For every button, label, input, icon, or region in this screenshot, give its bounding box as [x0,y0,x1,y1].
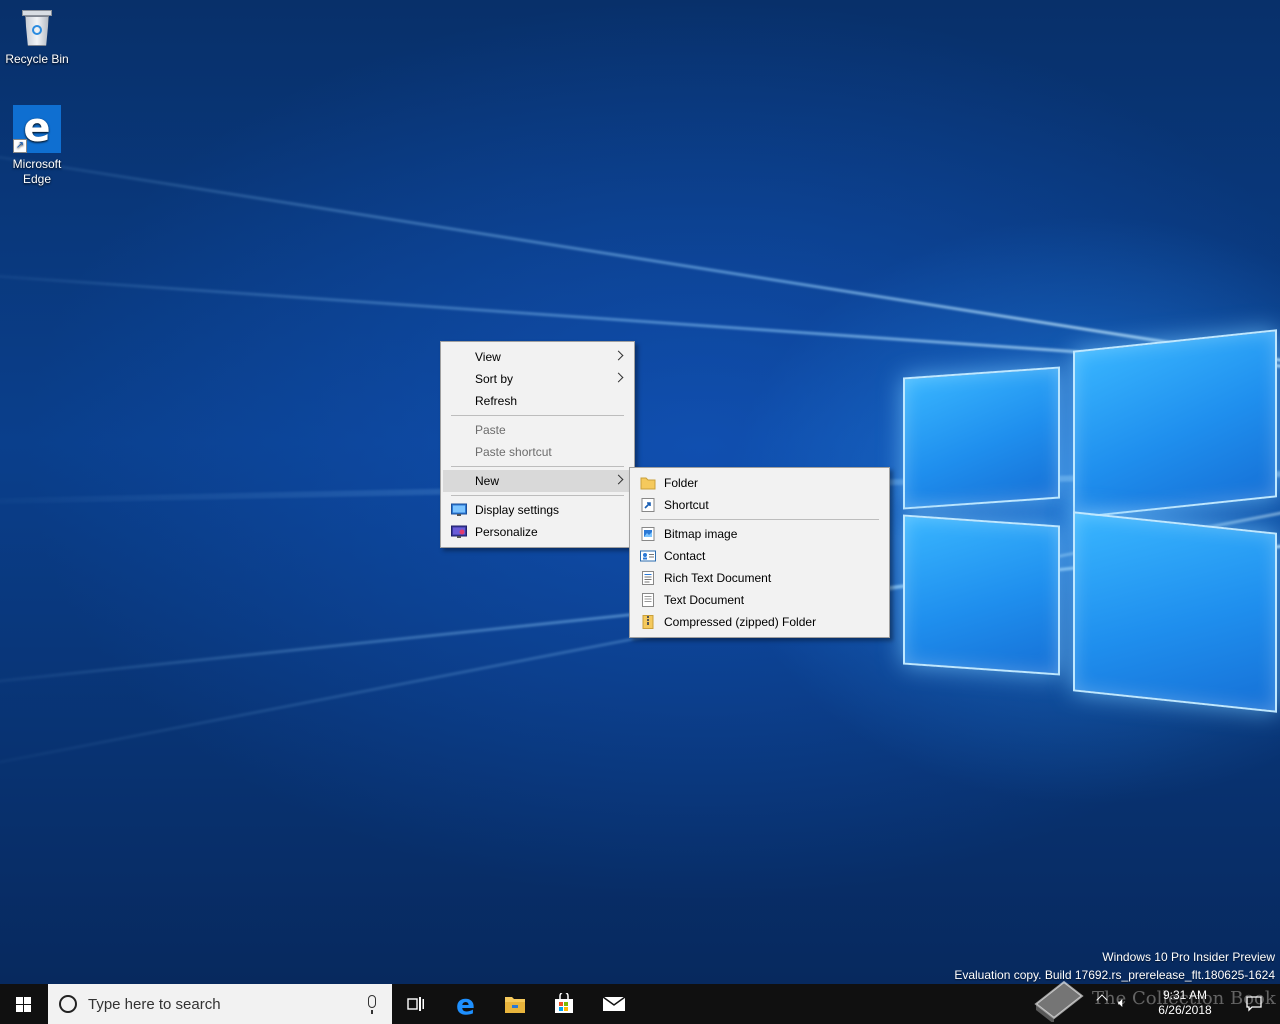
watermark-line: Windows 10 Pro Insider Preview [1102,950,1275,964]
menu-item-paste-shortcut[interactable]: Paste shortcut [443,441,632,463]
submenu-item-shortcut[interactable]: Shortcut [632,494,887,516]
chevron-right-icon [613,350,624,361]
menu-item-label: Bitmap image [664,527,738,541]
display-settings-icon [451,503,467,516]
chevron-right-icon [613,474,624,485]
submenu-item-contact[interactable]: Contact [632,545,887,567]
zip-folder-icon [642,615,654,629]
taskbar-file-explorer-button[interactable] [491,984,539,1024]
edge-icon: e ↗ [13,105,61,153]
menu-separator [451,466,624,467]
watermark-line: Evaluation copy. Build 17692.rs_prerelea… [954,968,1275,982]
menu-item-display-settings[interactable]: Display settings [443,499,632,521]
cortana-icon [59,995,77,1013]
menu-item-label: Rich Text Document [664,571,772,585]
chevron-right-icon [613,372,624,383]
menu-item-label: Paste [475,423,506,437]
menu-item-label: Sort by [475,372,514,386]
menu-item-label: View [475,350,501,364]
menu-item-sort-by[interactable]: Sort by [443,368,632,390]
microphone-icon[interactable] [368,995,376,1014]
task-view-icon [407,997,424,1011]
menu-item-label: Folder [664,476,699,490]
menu-item-refresh[interactable]: Refresh [443,390,632,412]
taskbar-store-button[interactable] [540,984,588,1024]
submenu-item-text-document[interactable]: Text Document [632,589,887,611]
book-logo-icon [1034,980,1084,1022]
submenu-item-bitmap-image[interactable]: Bitmap image [632,523,887,545]
submenu-item-rich-text-document[interactable]: Rich Text Document [632,567,887,589]
windows-logo-icon [16,997,32,1012]
taskbar-mail-button[interactable] [590,984,638,1024]
desktop-icon-label: Recycle Bin [5,52,69,66]
personalize-icon [451,525,467,538]
file-explorer-icon [505,997,525,1013]
menu-separator [640,519,879,520]
menu-item-label: Paste shortcut [475,445,552,459]
menu-item-label: New [475,474,500,488]
task-view-button[interactable] [392,984,440,1024]
desktop-icon-label: Microsoft Edge [12,157,62,186]
submenu-item-compressed-folder[interactable]: Compressed (zipped) Folder [632,611,887,633]
menu-separator [451,415,624,416]
menu-item-view[interactable]: View [443,346,632,368]
new-submenu: Folder Shortcut Bitmap image Contact Ric… [629,467,890,638]
search-placeholder: Type here to search [88,996,221,1013]
collection-book-watermark: The Collection Book [1092,988,1276,1009]
taskbar: Type here to search e 🔈︎ 9:31 AM 6/26/20… [0,984,1280,1024]
bitmap-icon [641,527,655,541]
text-document-icon [642,593,654,607]
menu-item-label: Compressed (zipped) Folder [664,615,817,629]
menu-item-label: Text Document [664,593,745,607]
menu-item-label: Contact [664,549,706,563]
search-input[interactable]: Type here to search [48,984,392,1024]
folder-icon [640,477,656,490]
mail-icon [602,996,626,1011]
shortcut-icon [641,498,655,512]
menu-item-paste[interactable]: Paste [443,419,632,441]
start-button[interactable] [0,984,48,1024]
desktop-context-menu: View Sort by Refresh Paste Paste shortcu… [440,341,635,548]
menu-item-new[interactable]: New [443,470,632,492]
store-icon [555,993,573,1013]
menu-item-personalize[interactable]: Personalize [443,521,632,543]
submenu-item-folder[interactable]: Folder [632,472,887,494]
menu-item-label: Refresh [475,394,518,408]
menu-item-label: Display settings [475,503,560,517]
rich-text-icon [642,571,654,585]
menu-item-label: Personalize [475,525,538,539]
edge-icon: e [456,988,475,1021]
build-watermark: Windows 10 Pro Insider Preview Evaluatio… [954,948,1275,984]
menu-separator [451,495,624,496]
taskbar-edge-button[interactable]: e [443,984,491,1024]
desktop-icon-microsoft-edge[interactable]: e ↗ Microsoft Edge [1,105,73,187]
menu-item-label: Shortcut [664,498,709,512]
contact-icon [640,550,656,562]
recycle-bin-icon [20,8,54,48]
desktop-icon-recycle-bin[interactable]: Recycle Bin [1,8,73,67]
